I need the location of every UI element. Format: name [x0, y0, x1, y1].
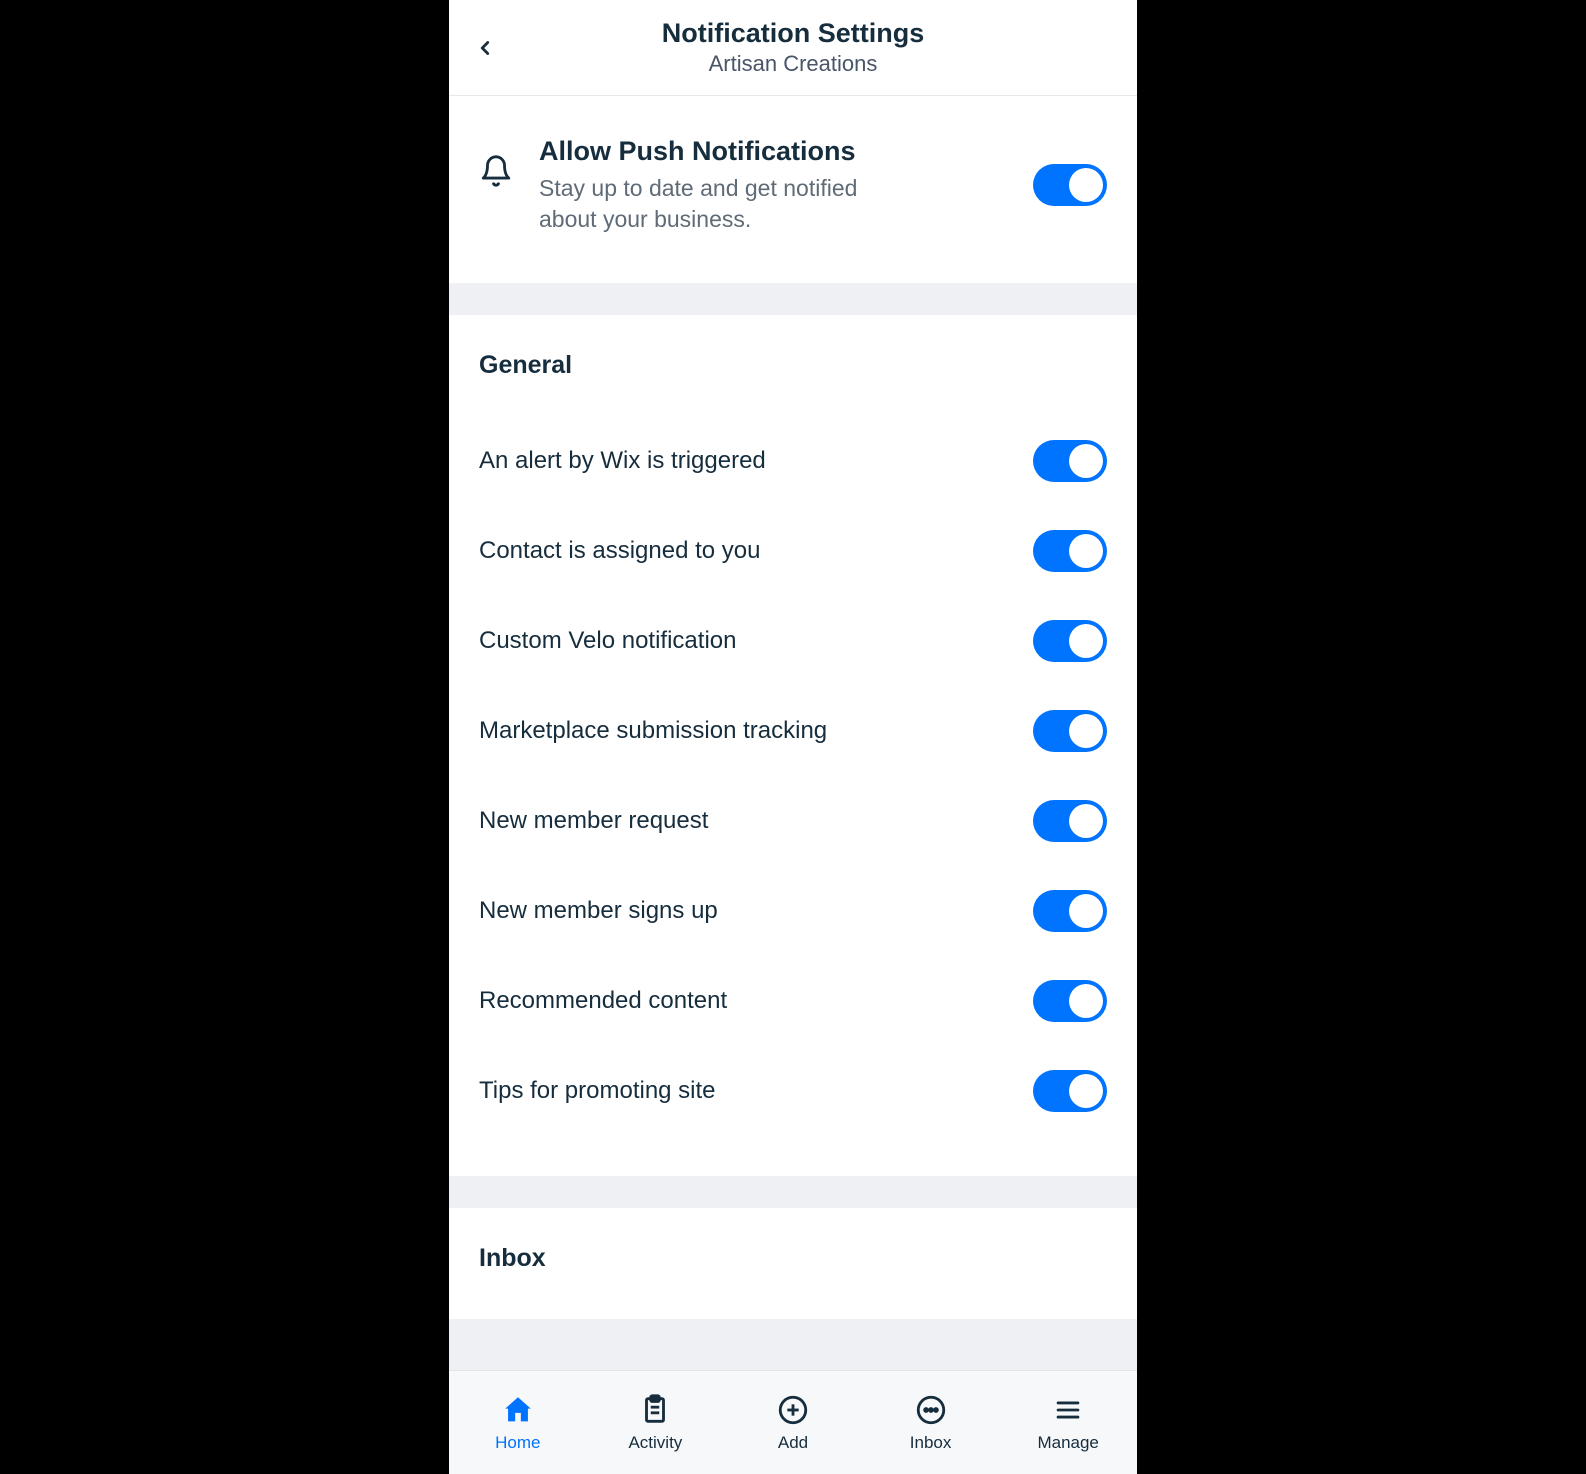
nav-inbox[interactable]: Inbox: [862, 1393, 1000, 1453]
toggle-velo[interactable]: [1033, 620, 1107, 662]
nav-home[interactable]: Home: [449, 1393, 587, 1453]
toggle-tips[interactable]: [1033, 1070, 1107, 1112]
section-gap: [449, 1176, 1137, 1208]
page-title: Notification Settings: [449, 18, 1137, 49]
setting-row-velo: Custom Velo notification: [479, 596, 1107, 686]
section-general: General An alert by Wix is triggered Con…: [449, 315, 1137, 1176]
setting-label: Custom Velo notification: [479, 627, 736, 655]
bottom-nav: Home Activity Add Inbox Manage: [449, 1370, 1137, 1474]
nav-label: Add: [778, 1433, 808, 1453]
nav-label: Manage: [1037, 1433, 1098, 1453]
plus-circle-icon: [776, 1393, 810, 1427]
chat-icon: [914, 1393, 948, 1427]
push-text: Allow Push Notifications Stay up to date…: [539, 136, 1007, 235]
header-titles: Notification Settings Artisan Creations: [449, 18, 1137, 77]
back-button[interactable]: [463, 26, 507, 70]
setting-row-contact-assigned: Contact is assigned to you: [479, 506, 1107, 596]
toggle-marketplace[interactable]: [1033, 710, 1107, 752]
setting-label: Recommended content: [479, 987, 727, 1015]
nav-label: Activity: [628, 1433, 682, 1453]
page-subtitle: Artisan Creations: [449, 51, 1137, 77]
push-title: Allow Push Notifications: [539, 136, 1007, 167]
setting-label: An alert by Wix is triggered: [479, 447, 766, 475]
setting-row-member-request: New member request: [479, 776, 1107, 866]
section-inbox: Inbox: [449, 1208, 1137, 1319]
toggle-contact-assigned[interactable]: [1033, 530, 1107, 572]
setting-label: New member request: [479, 807, 708, 835]
push-toggle[interactable]: [1033, 164, 1107, 206]
toggle-member-signup[interactable]: [1033, 890, 1107, 932]
toggle-alert-wix[interactable]: [1033, 440, 1107, 482]
setting-row-member-signup: New member signs up: [479, 866, 1107, 956]
section-title-inbox: Inbox: [479, 1244, 1107, 1273]
home-icon: [501, 1393, 535, 1427]
nav-label: Home: [495, 1433, 540, 1453]
header-bar: Notification Settings Artisan Creations: [449, 0, 1137, 96]
section-title-general: General: [479, 351, 1107, 380]
setting-row-recommended: Recommended content: [479, 956, 1107, 1046]
nav-activity[interactable]: Activity: [587, 1393, 725, 1453]
bell-icon: [479, 154, 513, 188]
push-notifications-card: Allow Push Notifications Stay up to date…: [449, 96, 1137, 283]
section-gap: [449, 283, 1137, 315]
toggle-recommended[interactable]: [1033, 980, 1107, 1022]
setting-label: Marketplace submission tracking: [479, 717, 827, 745]
setting-row-tips: Tips for promoting site: [479, 1046, 1107, 1136]
app-screen: Notification Settings Artisan Creations …: [449, 0, 1137, 1474]
setting-label: New member signs up: [479, 897, 718, 925]
nav-add[interactable]: Add: [724, 1393, 862, 1453]
setting-label: Contact is assigned to you: [479, 537, 761, 565]
content-scroll[interactable]: Allow Push Notifications Stay up to date…: [449, 96, 1137, 1370]
toggle-member-request[interactable]: [1033, 800, 1107, 842]
push-description: Stay up to date and get notified about y…: [539, 173, 899, 235]
setting-row-marketplace: Marketplace submission tracking: [479, 686, 1107, 776]
nav-manage[interactable]: Manage: [999, 1393, 1137, 1453]
nav-label: Inbox: [910, 1433, 952, 1453]
setting-label: Tips for promoting site: [479, 1077, 716, 1105]
setting-row-alert-wix: An alert by Wix is triggered: [479, 416, 1107, 506]
menu-icon: [1051, 1393, 1085, 1427]
clipboard-icon: [638, 1393, 672, 1427]
chevron-left-icon: [474, 33, 496, 63]
